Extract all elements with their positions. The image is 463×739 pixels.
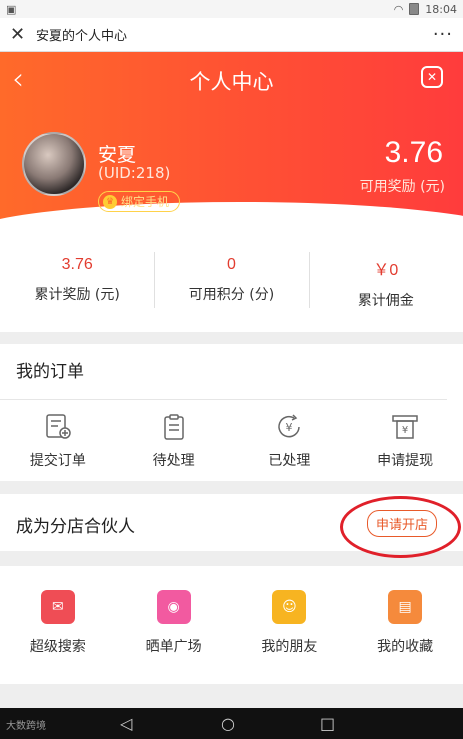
camera-icon: ◉	[156, 590, 191, 624]
status-time: 18:04	[425, 2, 457, 16]
red-envelope-icon: ✉	[40, 590, 75, 624]
order-label: 提交订单	[29, 453, 86, 469]
yen-withdraw-icon: ¥	[392, 415, 418, 439]
bind-phone-label: 绑定手机	[121, 195, 170, 209]
highlight-circle	[340, 496, 461, 558]
order-pending[interactable]: 待处理	[116, 412, 232, 470]
close-icon[interactable]: ✕	[10, 24, 32, 45]
orders-title: 我的订单	[0, 344, 447, 400]
stat-total-reward[interactable]: 3.76 累计奖励 (元)	[0, 252, 154, 312]
battery-icon	[409, 3, 420, 15]
system-nav-bar: 大数跨境 ◁ ○ □	[0, 708, 463, 739]
svg-text:¥: ¥	[402, 425, 408, 436]
message-icon[interactable]: ✕	[421, 66, 443, 88]
stat-points[interactable]: 0 可用积分 (分)	[154, 252, 308, 312]
order-label: 待处理	[152, 453, 195, 469]
stat-value: ￥0	[373, 262, 399, 279]
avatar[interactable]	[22, 132, 86, 196]
tool-favorites[interactable]: ▤ 我的收藏	[347, 590, 463, 684]
nav-home-icon[interactable]: ○	[221, 714, 235, 733]
partner-title: 成为分店合伙人	[16, 517, 135, 537]
user-name: 安夏	[98, 144, 137, 166]
wifi-icon: ◠	[393, 2, 404, 16]
tool-label: 晒单广场	[145, 639, 202, 655]
nav-back-icon[interactable]: ◁	[120, 714, 132, 733]
order-processed[interactable]: ¥ 已处理	[232, 412, 348, 470]
bind-phone-button[interactable]: ♛ 绑定手机	[98, 191, 181, 212]
tool-super-search[interactable]: ✉ 超级搜索	[0, 590, 116, 684]
stat-label: 累计奖励 (元)	[34, 287, 120, 303]
notification-icon: ▣	[6, 2, 17, 16]
tool-label: 超级搜索	[29, 639, 86, 655]
brand-watermark: 大数跨境	[6, 721, 46, 732]
header-wave	[0, 202, 463, 232]
stat-commission[interactable]: ￥0 累计佣金	[308, 252, 463, 312]
orders-section: 我的订单 提交订单 待处理 ¥ 已处理 ¥ 申请提现	[0, 344, 463, 481]
nav-recents-icon[interactable]: □	[320, 714, 335, 733]
page-title: 个人中心	[189, 70, 274, 94]
webview-title: 安夏的个人中心	[36, 29, 128, 44]
stat-value: 3.76	[61, 256, 93, 273]
available-reward-label: 可用奖励 (元)	[359, 179, 445, 195]
tool-label: 我的收藏	[377, 639, 434, 655]
status-bar: ▣ ◠ 18:04	[0, 0, 463, 18]
tools-section: ✉ 超级搜索 ◉ 晒单广场 ☺ 我的朋友 ▤ 我的收藏	[0, 566, 463, 684]
order-submit[interactable]: 提交订单	[0, 412, 116, 470]
stats-panel: 3.76 累计奖励 (元) 0 可用积分 (分) ￥0 累计佣金	[0, 232, 463, 332]
favorites-icon: ▤	[388, 590, 423, 624]
tool-share-square[interactable]: ◉ 晒单广场	[116, 590, 232, 684]
user-uid: (UID:218)	[98, 164, 171, 182]
order-withdraw[interactable]: ¥ 申请提现	[347, 412, 463, 470]
stat-label: 累计佣金	[357, 293, 414, 309]
tool-label: 我的朋友	[261, 639, 318, 655]
yen-refresh-icon: ¥	[278, 414, 301, 438]
clipboard-icon	[163, 414, 184, 440]
crown-icon: ♛	[103, 194, 117, 209]
stat-label: 可用积分 (分)	[188, 287, 275, 303]
order-label: 已处理	[268, 453, 311, 469]
submit-order-icon	[46, 414, 71, 439]
more-menu-icon[interactable]: ···	[433, 24, 453, 45]
stat-value: 0	[227, 256, 236, 273]
webview-bar: ✕ 安夏的个人中心 ···	[0, 18, 463, 52]
order-label: 申请提现	[377, 453, 434, 469]
profile-header: ‹ 个人中心 ✕ 安夏 (UID:218) ♛ 绑定手机 3.76 可用奖励 (…	[0, 52, 463, 232]
friend-icon: ☺	[272, 590, 307, 624]
available-reward-value: 3.76	[384, 136, 443, 169]
tool-my-friends[interactable]: ☺ 我的朋友	[232, 590, 348, 684]
svg-text:¥: ¥	[286, 421, 293, 434]
